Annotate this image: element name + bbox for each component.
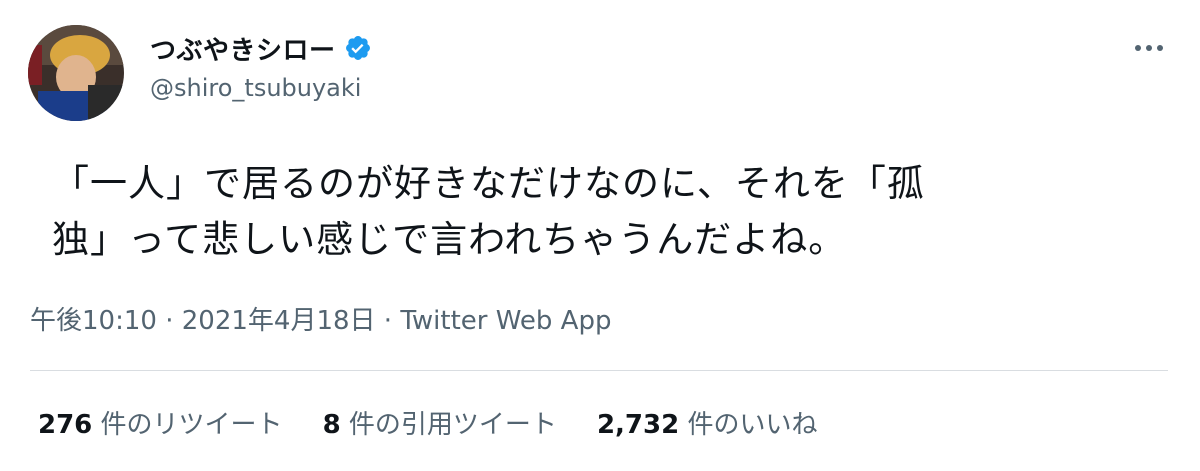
quotes-label: 件の引用ツイート xyxy=(348,410,557,440)
tweet-text: 「一人」で居るのが好きなだけなのに、それを「孤 独」って悲しい感じで言われちゃう… xyxy=(52,156,1172,268)
retweets-count: 276 xyxy=(38,410,93,440)
divider xyxy=(30,370,1168,371)
tweet-time: 午後10:10 xyxy=(30,306,157,336)
user-name-row[interactable]: つぶやきシロー xyxy=(150,30,372,66)
meta-separator: · xyxy=(375,306,401,336)
retweets-label: 件のリツイート xyxy=(100,410,283,440)
user-handle[interactable]: @shiro_tsubuyaki xyxy=(150,74,361,102)
quotes-stat[interactable]: 8 件の引用ツイート xyxy=(323,404,557,441)
tweet-meta: 午後10:10 · 2021年4月18日 · Twitter Web App xyxy=(30,300,611,337)
more-options-icon[interactable] xyxy=(1126,34,1172,62)
tweet-time-link[interactable]: 午後10:10 · 2021年4月18日 xyxy=(30,306,376,336)
tweet-date: 2021年4月18日 xyxy=(181,306,376,336)
meta-separator: · xyxy=(156,306,182,336)
tweet-stats: 276 件のリツイート 8 件の引用ツイート 2,732 件のいいね xyxy=(38,404,817,441)
avatar[interactable] xyxy=(28,25,124,121)
tweet-text-line: 「一人」で居るのが好きなだけなのに、それを「孤 xyxy=(52,162,925,205)
display-name[interactable]: つぶやきシロー xyxy=(150,30,336,67)
retweets-stat[interactable]: 276 件のリツイート xyxy=(38,404,283,441)
tweet-text-line: 独」って悲しい感じで言われちゃうんだよね。 xyxy=(52,218,847,261)
avatar-image xyxy=(28,25,124,121)
likes-stat[interactable]: 2,732 件のいいね xyxy=(597,404,818,441)
likes-label: 件のいいね xyxy=(687,410,818,440)
verified-badge-icon xyxy=(344,34,372,62)
quotes-count: 8 xyxy=(322,410,341,440)
likes-count: 2,732 xyxy=(596,410,680,440)
tweet-source-link[interactable]: Twitter Web App xyxy=(400,306,611,336)
